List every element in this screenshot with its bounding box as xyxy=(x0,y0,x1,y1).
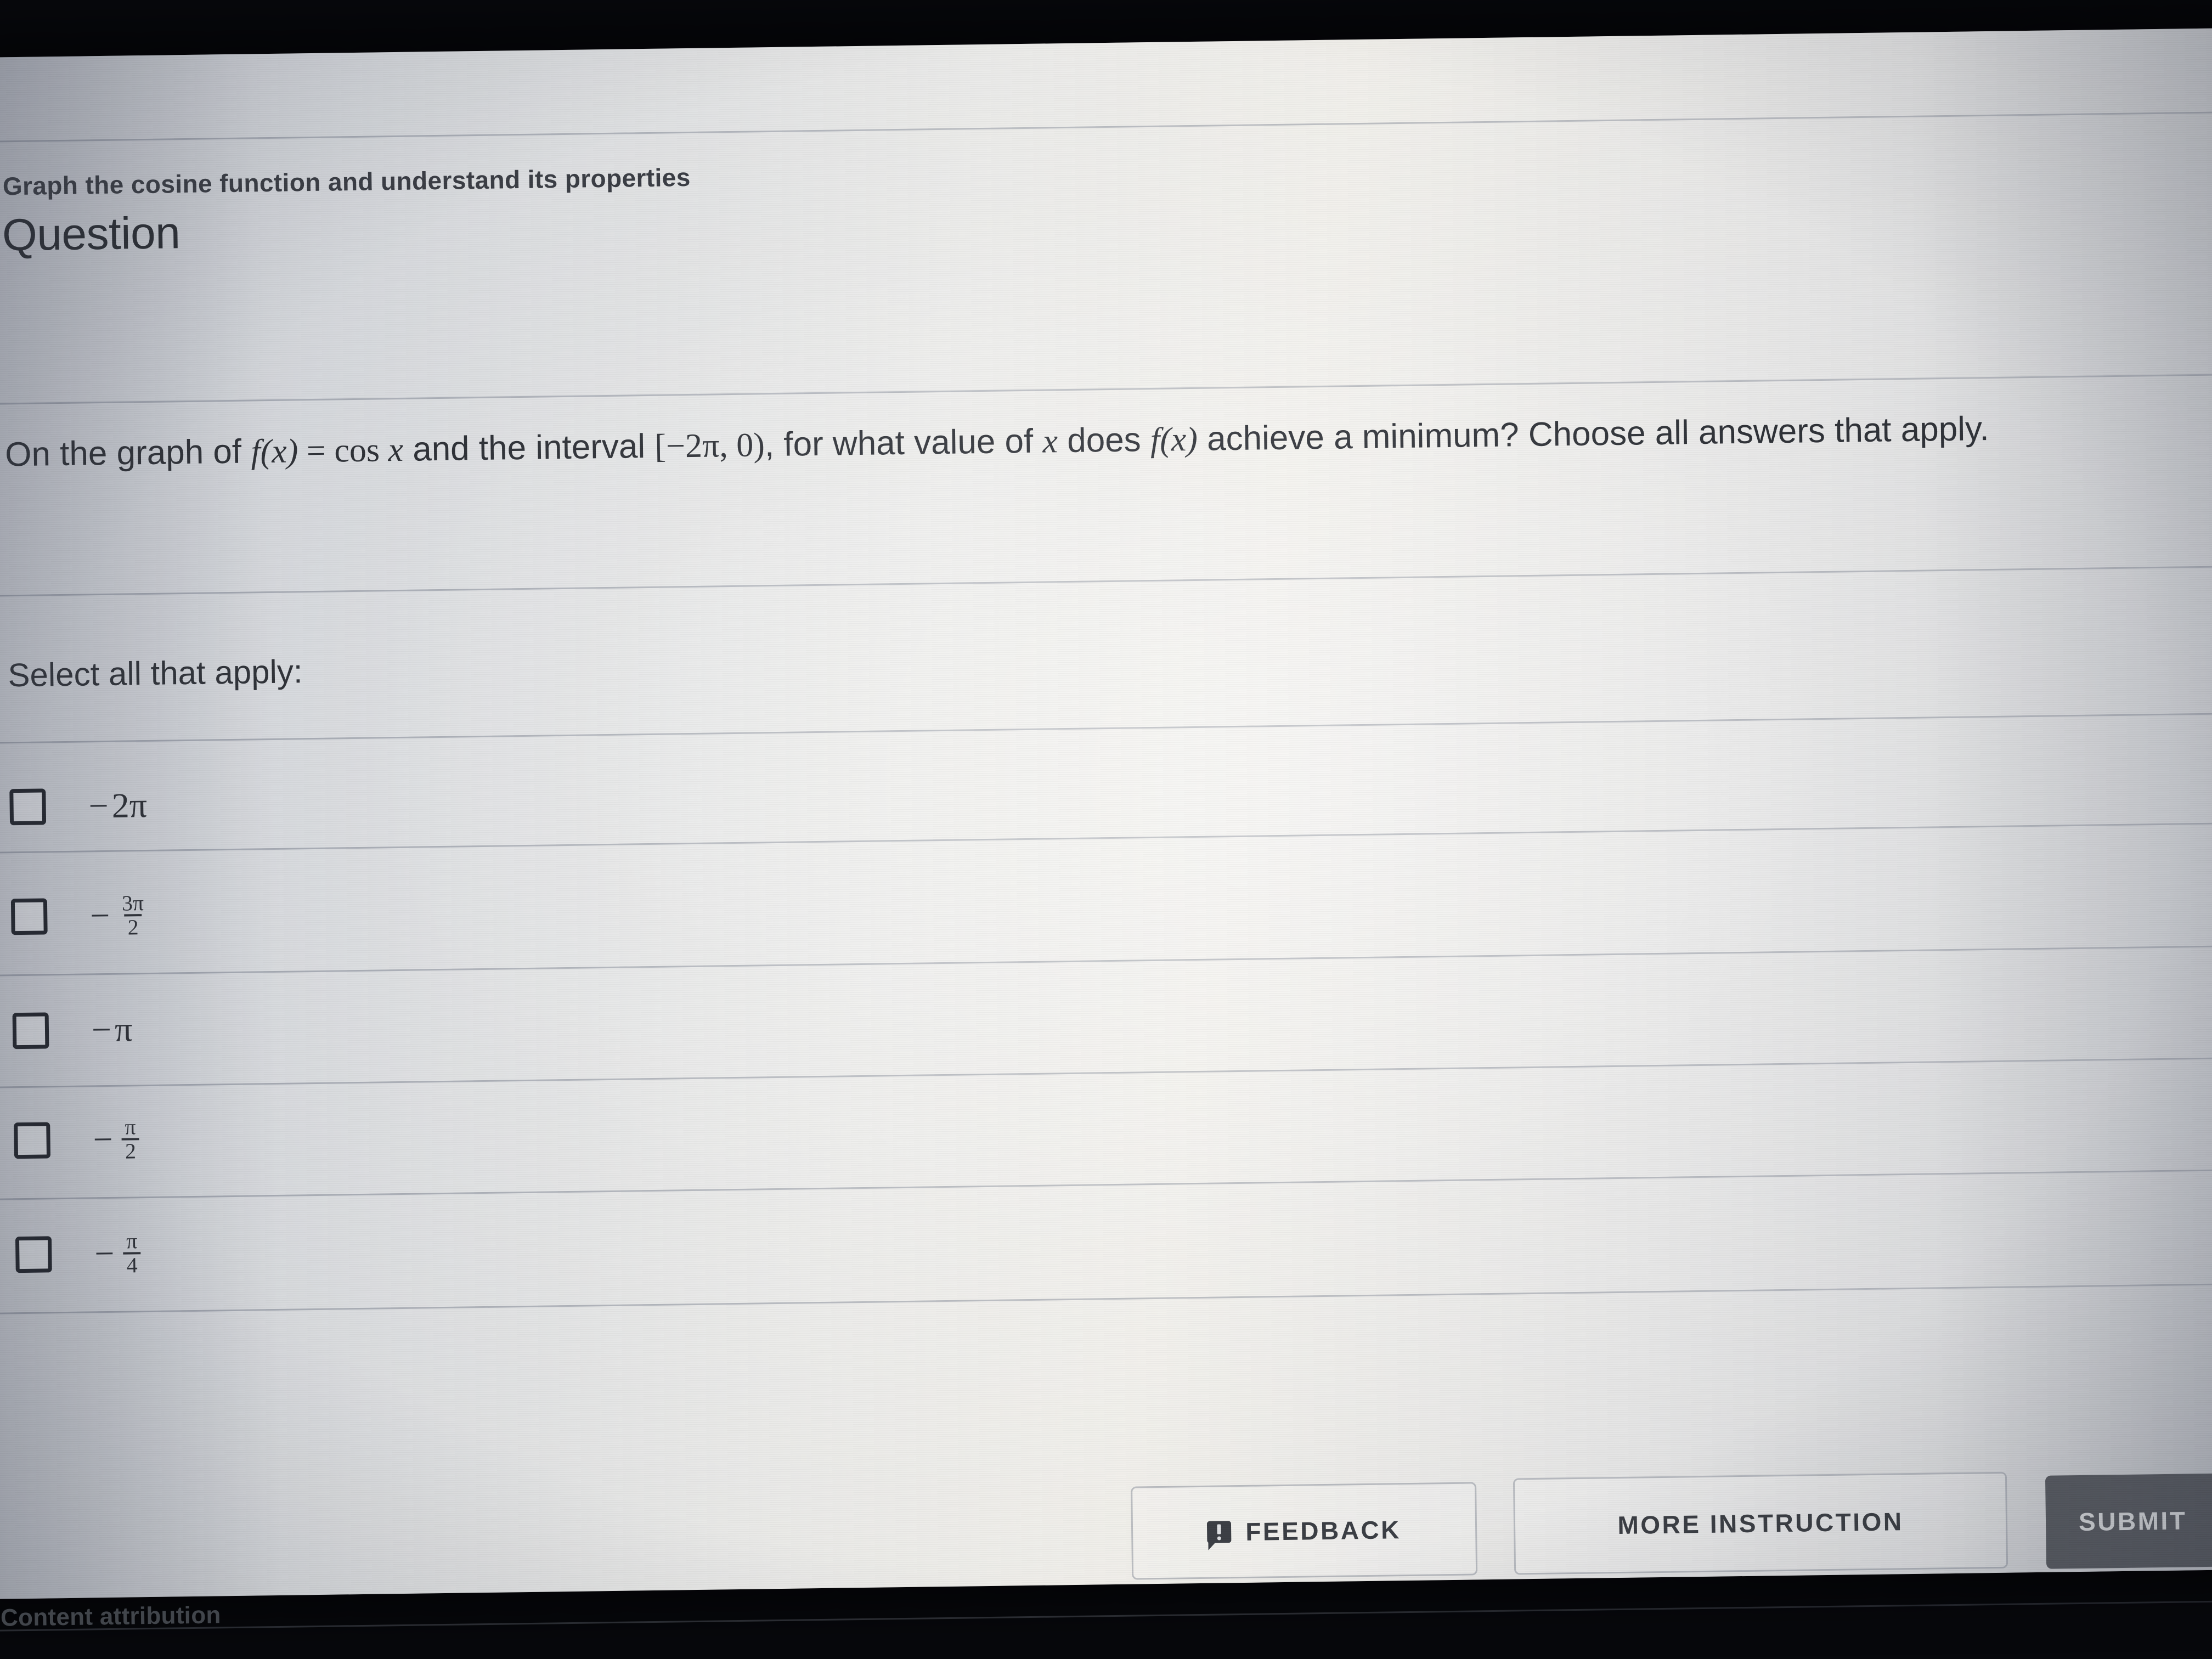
page-title: Question xyxy=(2,208,180,261)
feedback-icon xyxy=(1207,1521,1232,1543)
question-segment-3: , for what value of xyxy=(764,422,1043,464)
checkbox-opt-neg-pi-2[interactable] xyxy=(14,1122,51,1159)
minus-sign: − xyxy=(88,786,109,826)
question-segment-1: On the graph of xyxy=(4,432,251,474)
feedback-button[interactable]: FEEDBACK xyxy=(1131,1482,1478,1580)
submit-button[interactable]: SUBMIT xyxy=(2045,1472,2212,1569)
question-paren-x-1: (x) xyxy=(260,432,298,471)
question-segment-5: achieve a minimum? Choose all answers th… xyxy=(1197,409,1990,458)
option-row[interactable]: − π xyxy=(0,961,2212,1073)
fraction-denominator: 2 xyxy=(124,914,142,939)
option-label: −3π 2 xyxy=(89,890,148,940)
option-row[interactable]: − π 2 xyxy=(0,1070,2212,1182)
options-list: −2π −3π 2− π − π 2− π 4 xyxy=(0,28,2212,1314)
select-all-that-apply-label: Select all that apply: xyxy=(8,653,303,694)
checkbox-opt-neg-3pi-2[interactable] xyxy=(10,898,48,935)
skill-title: Graph the cosine function and understand… xyxy=(2,162,691,201)
fraction: 3π 2 xyxy=(119,890,148,940)
question-var-x-1: x xyxy=(388,431,404,469)
question-f-2: f xyxy=(1150,421,1160,459)
fraction: π2 xyxy=(121,1114,140,1164)
question-equals: = xyxy=(297,432,335,470)
content-attribution-link[interactable]: Content attribution xyxy=(1,1601,221,1632)
question-text: On the graph of f(x) = cos x and the int… xyxy=(5,407,2178,474)
question-segment-2: and the interval xyxy=(403,427,655,469)
option-label: − π xyxy=(92,1009,133,1050)
divider-footer xyxy=(0,1600,2212,1632)
fraction-numerator: 3π xyxy=(121,890,144,916)
option-row[interactable]: − π 4 xyxy=(0,1184,2212,1296)
divider-top xyxy=(0,111,2212,143)
divider-above-select xyxy=(0,566,2212,597)
photo-frame: Graph the cosine function and understand… xyxy=(0,0,2212,1659)
minus-sign: − xyxy=(89,895,110,935)
question-cos: cos xyxy=(334,431,380,470)
divider-under-heading xyxy=(0,374,2212,405)
question-page: Graph the cosine function and understand… xyxy=(0,28,2212,1632)
screen-surface: Graph the cosine function and understand… xyxy=(0,28,2212,1632)
fraction-numerator: π xyxy=(126,1228,138,1254)
question-f-1: f xyxy=(250,433,261,471)
checkbox-opt-neg-pi[interactable] xyxy=(12,1012,49,1049)
question-var-x-2: x xyxy=(1042,422,1058,460)
question-segment-4: does xyxy=(1057,421,1151,460)
option-value: 2π xyxy=(111,785,148,825)
minus-sign: − xyxy=(94,1233,115,1273)
divider-above-options xyxy=(0,712,2212,744)
option-label: − π 4 xyxy=(94,1228,141,1278)
question-interval: [−2π, 0) xyxy=(654,426,765,465)
minus-sign: − xyxy=(91,1009,112,1049)
option-value: π xyxy=(114,1009,133,1049)
fraction-numerator: π xyxy=(125,1114,136,1139)
option-row[interactable]: −3π 2 xyxy=(0,847,2212,958)
checkbox-opt-neg-pi-4[interactable] xyxy=(15,1236,52,1273)
fraction-denominator: 4 xyxy=(123,1252,141,1278)
fraction-denominator: 2 xyxy=(121,1138,140,1164)
feedback-button-label: FEEDBACK xyxy=(1245,1515,1402,1546)
checkbox-opt-neg-2pi[interactable] xyxy=(9,788,47,826)
question-paren-x-2: (x) xyxy=(1159,420,1198,459)
option-label: − π 2 xyxy=(93,1114,140,1164)
option-label: −2π xyxy=(88,785,147,826)
fraction: π4 xyxy=(123,1228,141,1278)
submit-button-label: SUBMIT xyxy=(2078,1506,2187,1537)
more-instruction-button[interactable]: MORE INSTRUCTION xyxy=(1513,1471,2008,1575)
option-row[interactable]: −2π xyxy=(0,737,2212,849)
more-instruction-button-label: MORE INSTRUCTION xyxy=(1617,1507,1904,1540)
minus-sign: − xyxy=(93,1119,114,1159)
